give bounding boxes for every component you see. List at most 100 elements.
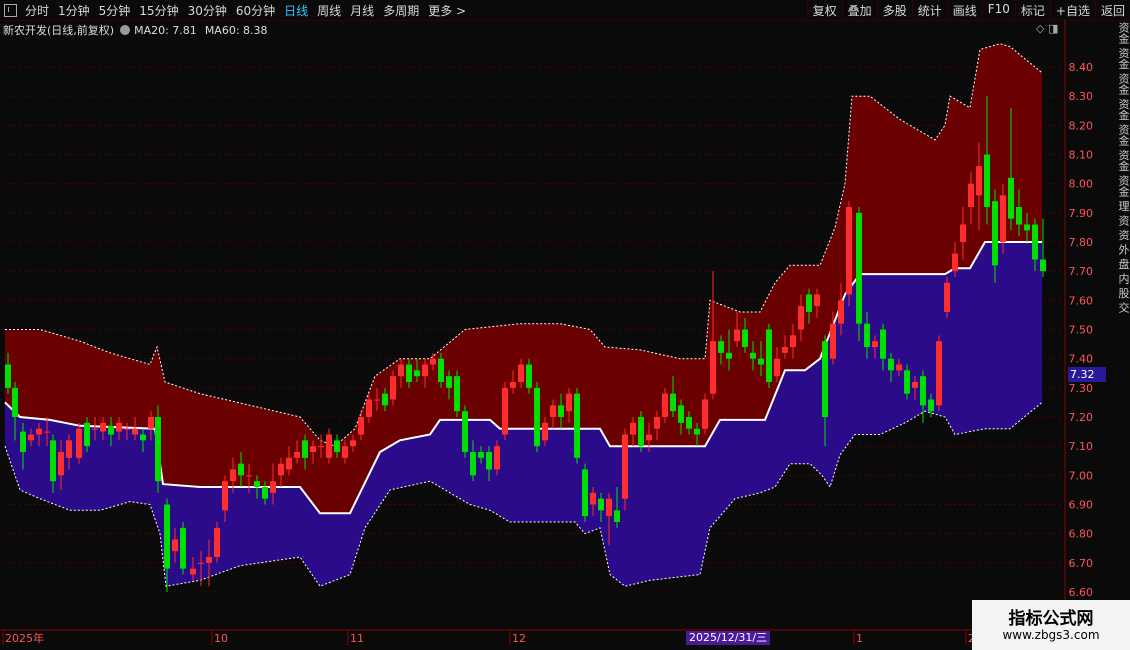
candle-body [968, 183, 974, 207]
candle-body [678, 405, 684, 423]
candle-body [550, 405, 556, 417]
candle-body [438, 358, 444, 382]
candle-body [414, 370, 420, 377]
candle-body [180, 527, 186, 569]
candle-body [646, 434, 652, 441]
candle-body [254, 481, 260, 487]
candle-body [76, 428, 82, 458]
candle-body [246, 475, 252, 477]
candle-body [936, 341, 942, 406]
candle-body [782, 347, 788, 353]
price-tick-label: 6.90 [1069, 499, 1094, 512]
panel-toggle-icon[interactable]: ◨ [1048, 22, 1058, 35]
candle-body [702, 399, 708, 429]
candle-body [856, 212, 862, 324]
candle-body [566, 393, 572, 412]
candle-body [670, 393, 676, 412]
price-tick-label: 8.20 [1069, 119, 1094, 132]
candle-body [984, 154, 990, 207]
price-tick-label: 8.40 [1069, 61, 1094, 74]
price-tick-label: 8.10 [1069, 149, 1094, 162]
price-tick-label: 7.00 [1069, 469, 1094, 482]
candle-body [944, 282, 950, 312]
candle-body [750, 352, 756, 359]
candle-body [638, 417, 644, 447]
candle-body [190, 568, 196, 575]
candle-body [270, 481, 276, 493]
candle-body [774, 358, 780, 377]
candle-body [598, 498, 604, 511]
candle-body [718, 341, 724, 353]
candle-body [494, 446, 500, 470]
candle-body [12, 387, 18, 417]
stock-title: 新农开发(日线,前复权) [3, 24, 115, 37]
candle-body [100, 422, 106, 432]
candle-body [20, 431, 26, 452]
candle-body [366, 399, 372, 417]
candle-body [896, 364, 902, 371]
current-price-tag: 7.32 [1068, 367, 1106, 382]
candle-body [214, 527, 220, 557]
date-label: 11 [350, 632, 364, 645]
candle-body [888, 358, 894, 371]
side-info-strip: 资金 资金 资金 资金 资金 资金 资金 理 资 资 外 盘 内 股 交 [1118, 22, 1130, 313]
date-label: 2025年 [5, 631, 44, 645]
candle-body [84, 422, 90, 447]
price-tick-label: 7.80 [1069, 236, 1094, 249]
candle-body [334, 440, 340, 452]
candle-body [430, 358, 436, 365]
price-tick-label: 8.00 [1069, 178, 1094, 191]
candle-body [454, 376, 460, 412]
candle-body [222, 481, 228, 511]
candle-body [662, 393, 668, 417]
candle-body [326, 434, 332, 458]
candle-body [992, 201, 998, 266]
candle-body [286, 457, 292, 470]
price-tick-label: 7.70 [1069, 265, 1094, 278]
watermark-logo: 指标公式网 www.zbgs3.com [972, 600, 1130, 650]
price-tick-label: 6.60 [1069, 586, 1094, 599]
candle-body [238, 463, 244, 476]
candle-body [302, 440, 308, 458]
candle-body [478, 452, 484, 458]
candle-body [66, 440, 72, 458]
candle-body [542, 422, 548, 441]
settings-dot-icon[interactable] [120, 25, 131, 35]
candle-body [230, 469, 236, 482]
date-label: 12 [512, 632, 526, 645]
candle-body [382, 393, 388, 406]
candle-body [582, 469, 588, 517]
candle-body [358, 417, 364, 435]
candle-body [36, 428, 42, 435]
candle-body [5, 364, 11, 388]
cursor-date-tag: 2025/12/31/三 [686, 631, 771, 645]
candle-body [790, 335, 796, 347]
ma20-value: MA20: 7.81 [134, 23, 197, 37]
candle-body [422, 364, 428, 377]
candle-body [806, 294, 812, 312]
diamond-icon[interactable]: ◇ [1036, 22, 1044, 35]
candle-body [486, 452, 492, 470]
candle-body [1016, 207, 1022, 225]
candle-body [766, 329, 772, 382]
candle-body [614, 510, 620, 522]
candle-body [822, 341, 828, 417]
price-tick-label: 7.40 [1069, 353, 1094, 366]
candle-body [1008, 177, 1014, 219]
candle-body [864, 323, 870, 347]
watermark-title: 指标公式网 [1008, 609, 1094, 629]
candle-body [526, 364, 532, 388]
kline-chart[interactable]: 8.40 8.30 8.20 8.10 8.00 7.90 7.80 7.70 7.60 7.50… [0, 0, 1130, 650]
candle-body [920, 376, 926, 406]
price-tick-label: 7.10 [1069, 440, 1094, 453]
candle-body [406, 364, 412, 382]
candle-body [310, 446, 316, 452]
candle-body [846, 207, 852, 295]
price-tick-label: 7.60 [1069, 294, 1094, 307]
candle-body [398, 364, 404, 377]
candle-body [108, 425, 114, 435]
candle-body [710, 341, 716, 394]
date-label: 1 [856, 632, 863, 645]
candle-body [630, 422, 636, 435]
candle-body [446, 376, 452, 388]
